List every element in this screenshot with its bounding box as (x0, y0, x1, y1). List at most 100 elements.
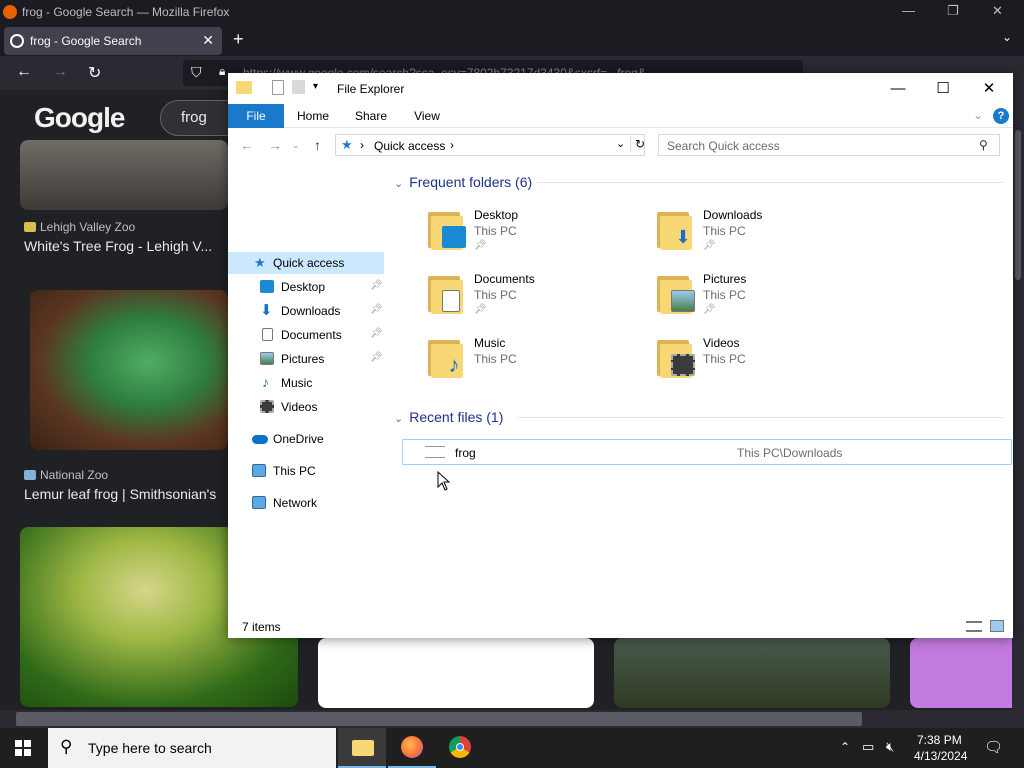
folder-tile-videos[interactable]: Videos This PC (657, 334, 877, 390)
frog-image-1[interactable] (20, 140, 228, 210)
nav-item-this-pc[interactable]: This PC (228, 460, 384, 482)
forward-icon[interactable]: → (268, 137, 282, 153)
search-placeholder: Search Quick access (667, 139, 780, 153)
volume-muted-icon[interactable]: 🔇︎ (886, 739, 894, 755)
browser-tab[interactable]: frog - Google Search ✕ (4, 27, 222, 55)
computer-icon (252, 464, 266, 477)
firefox-taskbar-button[interactable] (388, 728, 436, 768)
ribbon-tabs: File Home Share View ⌄ ? (228, 104, 1013, 128)
tab-file[interactable]: File (228, 104, 284, 128)
breadcrumb-chevron-icon[interactable]: › (360, 138, 364, 152)
expand-ribbon-icon[interactable]: ⌄ (973, 108, 983, 122)
close-icon[interactable]: ✕ (992, 3, 1003, 19)
file-explorer-taskbar-button[interactable] (338, 728, 386, 768)
folder-tile-desktop[interactable]: Desktop This PC 📌︎ (428, 206, 648, 262)
new-folder-icon[interactable] (292, 80, 305, 94)
frequent-folders-header[interactable]: ⌄ Frequent folders (6) (394, 174, 532, 190)
address-text[interactable]: Quick access (374, 139, 445, 153)
nav-item-network[interactable]: Network (228, 492, 384, 514)
minimize-icon[interactable]: — (902, 3, 915, 18)
back-icon[interactable]: ← (240, 137, 254, 153)
folder-tile-pictures[interactable]: Pictures This PC 📌︎ (657, 270, 877, 326)
folder-icon (428, 210, 468, 250)
desktop-icon (260, 280, 274, 293)
taskbar-search-input[interactable]: ⚲ Type here to search (48, 728, 336, 768)
close-icon[interactable]: ✕ (966, 73, 1012, 104)
frog-image-5[interactable] (614, 638, 890, 708)
maximize-icon[interactable]: ☐ (920, 73, 966, 104)
shield-icon[interactable]: ⛉ (191, 64, 202, 81)
star-icon: ★ (254, 255, 266, 270)
tab-home[interactable]: Home (290, 104, 336, 128)
frog-image-6[interactable] (910, 638, 1020, 708)
mouse-cursor-icon (437, 471, 451, 491)
nav-item-quick-access[interactable]: ★ Quick access (228, 252, 384, 274)
folder-tile-documents[interactable]: Documents This PC 📌︎ (428, 270, 648, 326)
properties-icon[interactable] (272, 80, 284, 95)
help-icon[interactable]: ? (993, 108, 1009, 124)
recent-file-row[interactable]: frog This PC\Downloads (402, 439, 1012, 465)
collapse-chevron-icon[interactable]: ⌄ (394, 413, 403, 425)
list-tabs-icon[interactable]: ⌄ (1002, 30, 1012, 44)
back-icon[interactable]: ← (16, 63, 32, 81)
nav-item-downloads[interactable]: ⬇ Downloads 📌︎ (228, 300, 384, 322)
recent-locations-icon[interactable]: ⌄ (292, 140, 300, 151)
nav-item-onedrive[interactable]: OneDrive (228, 428, 384, 450)
cloud-icon (252, 435, 268, 444)
refresh-icon[interactable]: ↻ (630, 137, 645, 151)
notifications-icon[interactable]: 🗨︎ (984, 738, 1003, 756)
page-scrollbar-vertical[interactable] (1012, 90, 1024, 710)
chrome-taskbar-button[interactable] (436, 728, 484, 768)
folder-quick-icon[interactable] (236, 81, 252, 94)
address-bar[interactable]: ★ › Quick access › ⌄ ↻ (335, 134, 645, 156)
breadcrumb-chevron-icon[interactable]: › (450, 138, 454, 152)
lock-icon[interactable]: 🔒︎ (219, 64, 225, 79)
document-icon (442, 290, 460, 312)
google-logo[interactable]: Google (34, 102, 125, 134)
music-note-icon: ♪ (262, 374, 269, 390)
folder-tile-downloads[interactable]: ⬇ Downloads This PC 📌︎ (657, 206, 877, 262)
show-hidden-icons-icon[interactable]: ⌃ (840, 740, 850, 754)
close-tab-icon[interactable]: ✕ (202, 32, 214, 49)
result-caption[interactable]: Lemur leaf frog | Smithsonian's (24, 486, 216, 502)
navigation-pane: ★ Quick access Desktop 📌︎ ⬇ Downloads 📌︎… (228, 162, 384, 602)
folder-tile-music[interactable]: ♪ Music This PC (428, 334, 648, 390)
up-icon[interactable]: ↑ (314, 137, 321, 153)
large-icons-view-icon[interactable] (990, 620, 1004, 632)
reload-icon[interactable]: ↻ (88, 63, 101, 83)
tab-view[interactable]: View (404, 104, 450, 128)
result-source: National Zoo (24, 468, 108, 482)
address-dropdown-icon[interactable]: ⌄ (616, 137, 625, 150)
download-arrow-icon: ⬇ (260, 302, 273, 319)
download-arrow-icon: ⬇ (675, 227, 691, 247)
tab-share[interactable]: Share (348, 104, 394, 128)
clock-date[interactable]: 4/13/2024 (914, 749, 967, 763)
network-icon[interactable]: ▭ (862, 739, 874, 755)
customize-toolbar-icon[interactable]: ▾ (313, 81, 318, 92)
page-scrollbar-horizontal[interactable] (0, 710, 1024, 728)
frog-image-2[interactable] (30, 290, 228, 450)
nav-item-desktop[interactable]: Desktop 📌︎ (228, 276, 384, 298)
pin-icon: 📌︎ (370, 328, 383, 339)
nav-item-documents[interactable]: Documents 📌︎ (228, 324, 384, 346)
nav-item-pictures[interactable]: Pictures 📌︎ (228, 348, 384, 370)
new-tab-icon[interactable]: + (233, 29, 244, 50)
nav-item-videos[interactable]: Videos (228, 396, 384, 418)
recent-files-header[interactable]: ⌄ Recent files (1) (394, 409, 503, 425)
recent-file-path: This PC\Downloads (737, 446, 843, 460)
frog-image-4[interactable] (318, 638, 594, 708)
details-view-icon[interactable] (966, 621, 982, 632)
forward-icon[interactable]: → (52, 63, 68, 81)
result-caption[interactable]: White's Tree Frog - Lehigh V... (24, 238, 212, 254)
search-input[interactable]: Search Quick access ⚲ (658, 134, 1000, 156)
address-row: ← → ⌄ ↑ ★ › Quick access › ⌄ ↻ Search Qu… (228, 128, 1013, 162)
collapse-chevron-icon[interactable]: ⌄ (394, 178, 403, 190)
clock-time[interactable]: 7:38 PM (917, 733, 962, 747)
nav-item-music[interactable]: ♪ Music (228, 372, 384, 394)
restore-icon[interactable]: ❐ (947, 3, 959, 19)
folder-icon (352, 740, 374, 756)
search-icon[interactable]: ⚲ (979, 138, 988, 152)
firefox-window-title: frog - Google Search — Mozilla Firefox (22, 5, 230, 19)
minimize-icon[interactable]: — (875, 73, 921, 104)
windows-start-icon[interactable] (15, 740, 31, 756)
